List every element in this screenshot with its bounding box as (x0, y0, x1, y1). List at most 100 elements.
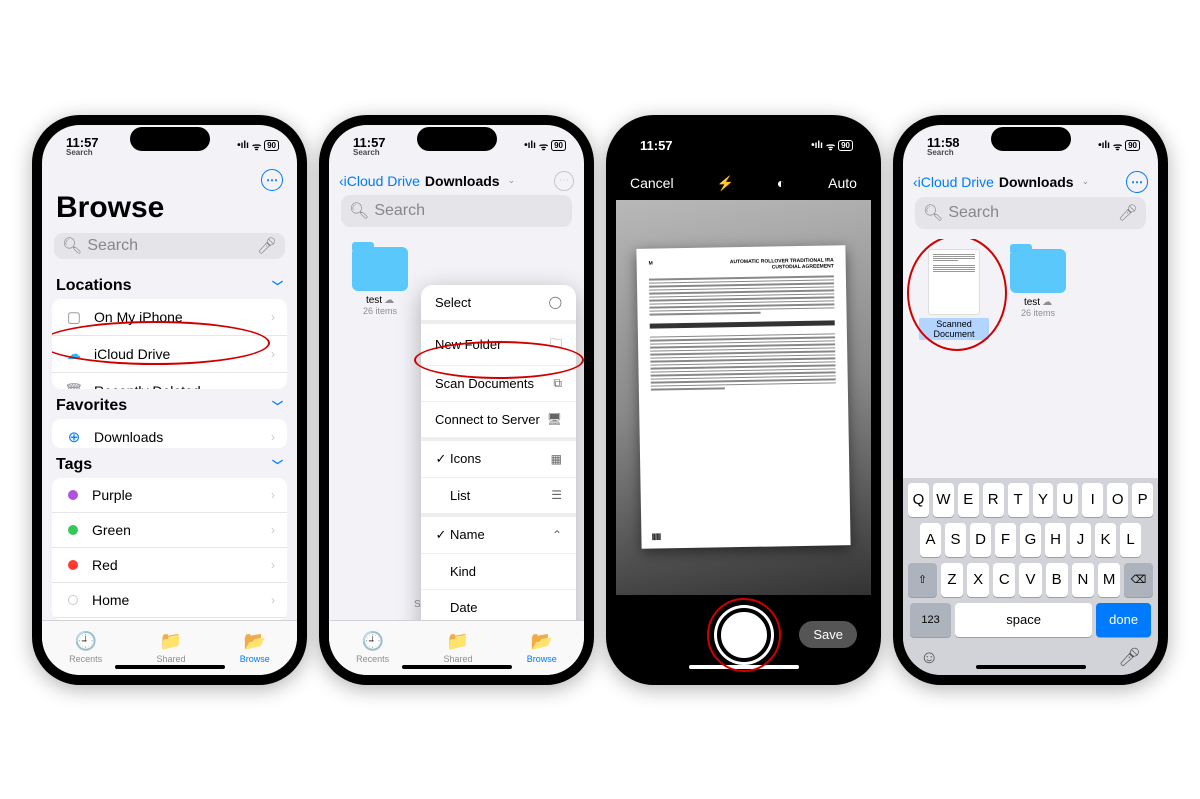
key-i[interactable]: I (1082, 483, 1103, 517)
key-e[interactable]: E (958, 483, 979, 517)
key-c[interactable]: C (993, 563, 1015, 597)
server-icon: 🖥 (547, 412, 562, 426)
new-folder-icon: 🗀 (550, 334, 562, 355)
download-icon: ⊕ (64, 428, 84, 446)
emoji-button[interactable]: ☺ (920, 647, 938, 668)
context-menu: Select◯ New Folder🗀 Scan Documents⧉ Conn… (421, 285, 576, 620)
more-button[interactable]: ⋯ (1126, 171, 1148, 193)
cancel-button[interactable]: Cancel (630, 175, 674, 191)
menu-connect-server[interactable]: Connect to Server🖥 (421, 402, 576, 441)
key-space[interactable]: space (955, 603, 1092, 637)
folder-test[interactable]: test ☁ 26 items (345, 247, 415, 316)
search-input[interactable]: 🔍︎ Search 🎤︎ (54, 233, 285, 259)
menu-date[interactable]: Date (421, 590, 576, 620)
key-done[interactable]: done (1096, 603, 1151, 637)
folder-icon (1010, 249, 1066, 293)
key-h[interactable]: H (1045, 523, 1066, 557)
key-d[interactable]: D (970, 523, 991, 557)
more-button[interactable]: ⋯ (554, 171, 574, 191)
key-b[interactable]: B (1046, 563, 1068, 597)
tab-shared[interactable]: 📁Shared (156, 631, 185, 664)
locations-header[interactable]: Locations﹀ (42, 269, 297, 299)
chevron-down-icon: ﹀ (272, 278, 283, 294)
locations-list: ▢ On My iPhone › ☁ iCloud Drive › 🗑 Rece… (52, 299, 287, 389)
scan-icon: ⧉ (553, 376, 562, 391)
clock-icon: 🕘 (74, 631, 96, 652)
tag-green[interactable]: Green› (52, 513, 287, 548)
key-g[interactable]: G (1020, 523, 1041, 557)
filter-icon[interactable]: ◐ (777, 175, 785, 191)
key-n[interactable]: N (1072, 563, 1094, 597)
camera-viewfinder: MAUTOMATIC ROLLOVER TRADITIONAL IRA CUST… (616, 200, 871, 595)
key-z[interactable]: Z (941, 563, 963, 597)
key-v[interactable]: V (1019, 563, 1041, 597)
key-t[interactable]: T (1008, 483, 1029, 517)
location-on-my-iphone[interactable]: ▢ On My iPhone › (52, 299, 287, 336)
menu-name[interactable]: ✓Name⌃ (421, 517, 576, 554)
key-j[interactable]: J (1070, 523, 1091, 557)
more-button[interactable]: ⋯ (261, 169, 283, 191)
key-m[interactable]: M (1098, 563, 1120, 597)
chevron-down-icon[interactable]: ⌄ (1082, 176, 1090, 187)
cloud-icon: ☁ (1042, 297, 1052, 308)
cloud-icon: ☁ (64, 345, 84, 363)
home-indicator[interactable] (115, 665, 225, 669)
home-indicator[interactable] (689, 665, 799, 669)
home-indicator[interactable] (976, 665, 1086, 669)
tags-header[interactable]: Tags﹀ (42, 448, 297, 478)
search-input[interactable]: 🔍︎ Search 🎤︎ (915, 197, 1146, 229)
flash-icon[interactable]: ⚡ (716, 175, 733, 192)
key-r[interactable]: R (983, 483, 1004, 517)
menu-icons[interactable]: ✓Icons▦ (421, 441, 576, 478)
key-p[interactable]: P (1132, 483, 1153, 517)
grid-icon: ▦ (551, 452, 562, 466)
back-button[interactable]: ‹ iCloud Drive (339, 173, 420, 189)
key-y[interactable]: Y (1033, 483, 1054, 517)
tab-shared[interactable]: 📁Shared (443, 631, 472, 664)
key-a[interactable]: A (920, 523, 941, 557)
favorite-downloads[interactable]: ⊕ Downloads › (52, 419, 287, 448)
key-shift[interactable]: ⇧ (908, 563, 937, 597)
tab-browse[interactable]: 📂Browse (240, 631, 270, 664)
location-recently-deleted[interactable]: 🗑 Recently Deleted › (52, 373, 287, 389)
menu-list[interactable]: List☰ (421, 478, 576, 517)
document-thumb-icon (928, 249, 980, 315)
filename-input[interactable]: Scanned Document (919, 318, 989, 340)
tab-recents[interactable]: 🕘Recents (356, 631, 389, 664)
mic-icon[interactable]: 🎤︎ (1118, 203, 1138, 223)
save-button[interactable]: Save (799, 621, 857, 648)
key-q[interactable]: Q (908, 483, 929, 517)
home-indicator[interactable] (402, 665, 512, 669)
location-icloud-drive[interactable]: ☁ iCloud Drive › (52, 336, 287, 373)
key-o[interactable]: O (1107, 483, 1128, 517)
key-w[interactable]: W (933, 483, 954, 517)
tag-red[interactable]: Red› (52, 548, 287, 583)
key-123[interactable]: 123 (910, 603, 951, 637)
key-s[interactable]: S (945, 523, 966, 557)
shutter-button[interactable] (717, 608, 771, 662)
menu-select[interactable]: Select◯ (421, 285, 576, 324)
tab-recents[interactable]: 🕘Recents (69, 631, 102, 664)
search-input[interactable]: 🔍︎ Search (341, 195, 572, 227)
menu-new-folder[interactable]: New Folder🗀 (421, 324, 576, 366)
scanned-document-item[interactable]: Scanned Document (919, 249, 989, 340)
folder-test[interactable]: test ☁ 26 items (1003, 249, 1073, 340)
key-l[interactable]: L (1120, 523, 1141, 557)
auto-button[interactable]: Auto (828, 175, 857, 191)
key-x[interactable]: X (967, 563, 989, 597)
menu-kind[interactable]: Kind (421, 554, 576, 590)
tag-home[interactable]: Home› (52, 583, 287, 618)
key-k[interactable]: K (1095, 523, 1116, 557)
mic-icon[interactable]: 🎤︎ (257, 236, 277, 256)
dynamic-island (704, 127, 784, 151)
favorites-header[interactable]: Favorites﹀ (42, 389, 297, 419)
tag-purple[interactable]: Purple› (52, 478, 287, 513)
key-u[interactable]: U (1057, 483, 1078, 517)
back-button[interactable]: ‹ iCloud Drive (913, 174, 994, 190)
key-backspace[interactable]: ⌫ (1124, 563, 1153, 597)
dictation-button[interactable]: 🎤︎ (1118, 647, 1141, 668)
chevron-down-icon[interactable]: ⌄ (508, 175, 516, 186)
menu-scan-documents[interactable]: Scan Documents⧉ (421, 366, 576, 402)
key-f[interactable]: F (995, 523, 1016, 557)
tab-browse[interactable]: 📂Browse (527, 631, 557, 664)
